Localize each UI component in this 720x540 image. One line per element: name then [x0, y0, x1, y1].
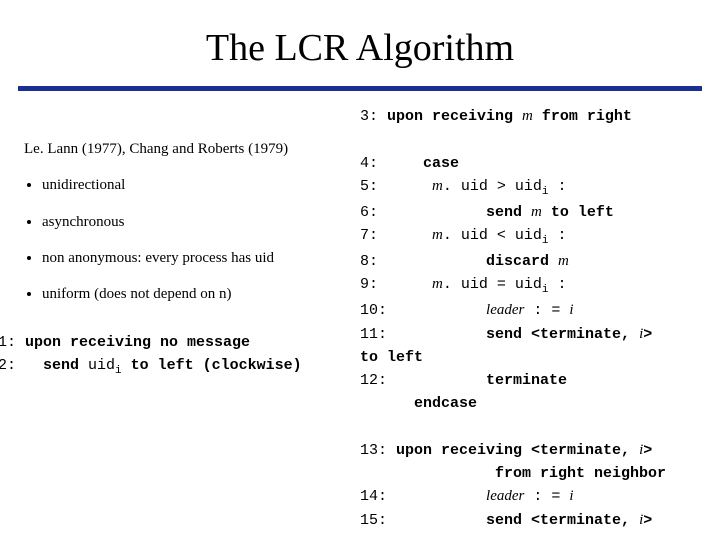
list-item: unidirectional — [42, 175, 354, 195]
reference-line: Le. Lann (1977), Chang and Roberts (1979… — [24, 139, 354, 159]
code-block-right: 3: upon receiving m from right 4: case 5… — [354, 105, 702, 532]
code-block-left: 1: upon receiving no message 2: send uid… — [0, 332, 354, 379]
bullet-list: unidirectional asynchronous non anonymou… — [24, 175, 354, 304]
left-column: Le. Lann (1977), Chang and Roberts (1979… — [18, 105, 354, 532]
list-item: uniform (does not depend on n) — [42, 284, 354, 304]
list-item: asynchronous — [42, 212, 354, 232]
page-title: The LCR Algorithm — [0, 0, 720, 86]
title-rule — [18, 86, 702, 91]
list-item: non anonymous: every process has uid — [42, 248, 354, 268]
content-area: Le. Lann (1977), Chang and Roberts (1979… — [0, 105, 720, 532]
slide: The LCR Algorithm Le. Lann (1977), Chang… — [0, 0, 720, 540]
